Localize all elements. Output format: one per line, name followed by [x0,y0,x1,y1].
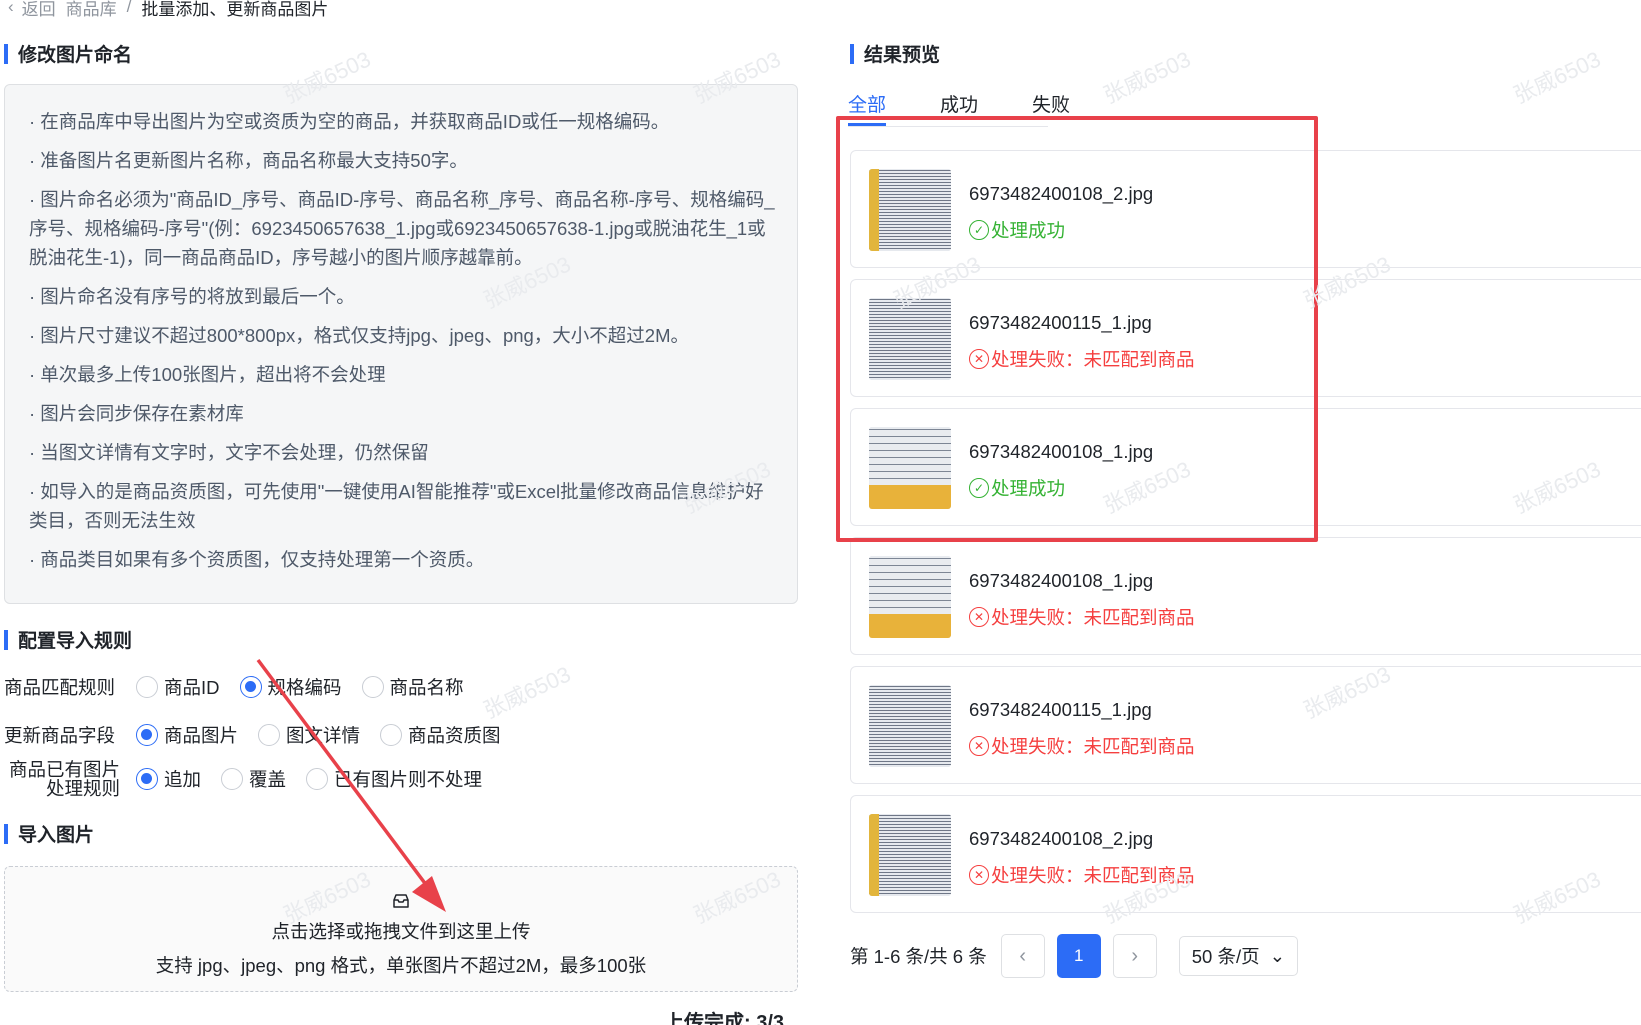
match-rule-label: 商品匹配规则 [4,677,116,698]
page-size-value: 50 条/页 [1191,946,1260,967]
radio-label: 规格编码 [267,677,342,698]
radio-label: 追加 [164,769,202,790]
radio-label: 已有图片则不处理 [334,769,483,790]
notice-item: · 单次最多上传100张图片，超出将不会处理 [29,364,386,385]
notice-item: · 如导入的是商品资质图，可先使用"一键使用AI智能推荐"或Excel批量修改商… [29,481,764,531]
radio-detail[interactable]: 图文详情 [258,722,360,748]
breadcrumb-current: 批量添加、更新商品图片 [141,0,329,19]
notice-item: · 图片命名没有序号的将放到最后一个。 [29,286,355,307]
import-section-title: 导入图片 [4,820,94,847]
preview-section-title: 结果预览 [850,40,940,67]
page-size-select[interactable]: 50 条/页 ⌄ [1178,936,1299,976]
radio-circle [136,676,158,698]
notice-item: · 在商品库中导出图片为空或资质为空的商品，并获取商品ID或任一规格编码。 [29,111,670,132]
radio-label: 商品图片 [164,725,239,746]
radio-circle [361,676,384,698]
product-thumbnail [869,685,951,767]
radio-circle [136,724,158,746]
prev-page-button[interactable]: ‹ [1000,934,1045,978]
result-card: 6973482400108_2.jpg ✕ 处理失败：未匹配到商品 [850,795,1641,913]
result-status-text: 处理失败：未匹配到商品 [991,736,1195,757]
result-filename: 6973482400108_2.jpg [969,828,1154,849]
chevron-down-icon: ⌄ [1269,945,1286,966]
naming-notice: · 在商品库中导出图片为空或资质为空的商品，并获取商品ID或任一规格编码。 · … [4,84,798,604]
radio-circle [258,724,281,746]
notice-item: · 准备图片名更新图片名称，商品名称最大支持50字。 [29,150,468,171]
notice-item: · 图片会同步保存在素材库 [29,403,244,424]
close-circle-icon: ✕ [969,736,989,756]
breadcrumb: ‹ 返回 商品库 / 批量添加、更新商品图片 [0,0,328,20]
upload-secondary-text: 支持 jpg、jpeg、png 格式，单张图片不超过2M，最多100张 [155,955,647,976]
result-status: ✕ 处理失败：未匹配到商品 [969,862,1195,888]
breadcrumb-separator: / [126,0,132,16]
existing-rule-row: 商品已有图片 处理规则 追加 覆盖 已有图片则不处理 [4,760,490,798]
radio-overwrite[interactable]: 覆盖 [221,766,286,792]
radio-skip-existing[interactable]: 已有图片则不处理 [306,766,482,792]
result-status-text: 处理失败：未匹配到商品 [991,865,1195,886]
radio-append[interactable]: 追加 [136,766,201,792]
back-label: 返回 [21,0,56,19]
result-status: ✕ 处理失败：未匹配到商品 [969,733,1195,759]
radio-label: 覆盖 [249,769,287,790]
result-filename: 6973482400115_1.jpg [969,699,1152,720]
radio-circle [306,768,329,790]
close-circle-icon: ✕ [969,607,989,627]
match-rule-row: 商品匹配规则 商品ID 规格编码 商品名称 [4,674,472,700]
result-card: 6973482400108_1.jpg ✕ 处理失败：未匹配到商品 [850,537,1641,655]
rename-section-title: 修改图片命名 [4,40,132,67]
result-status: ✕ 处理失败：未匹配到商品 [969,604,1195,630]
close-circle-icon: ✕ [969,865,989,885]
radio-label: 商品名称 [389,677,464,698]
radio-product-id[interactable]: 商品ID [136,674,220,700]
notice-item: · 图片命名必须为"商品ID_序号、商品ID-序号、商品名称_序号、商品名称-序… [29,189,775,268]
upload-status: 上传完成: 3/3 [664,1012,785,1025]
annotation-highlight-box [836,116,1318,542]
chevron-left-icon: ‹ [8,0,14,16]
back-button[interactable]: ‹ 返回 [0,0,56,20]
inbox-icon [5,893,797,914]
notice-item: · 当图文详情有文字时，文字不会处理，仍然保留 [29,442,429,463]
existing-rule-label: 商品已有图片 处理规则 [4,760,120,798]
product-thumbnail [869,814,951,896]
watermark: 张威6503 [479,661,575,724]
radio-circle [221,768,244,790]
radio-product-name[interactable]: 商品名称 [361,674,464,700]
result-card: 6973482400115_1.jpg ✕ 处理失败：未匹配到商品 [850,666,1641,784]
next-page-button[interactable]: › [1112,934,1157,978]
notice-item: · 图片尺寸建议不超过800*800px，格式仅支持jpg、jpeg、png，大… [29,325,690,346]
radio-label: 图文详情 [286,725,361,746]
radio-product-image[interactable]: 商品图片 [136,722,238,748]
upload-primary-text: 点击选择或拖拽文件到这里上传 [271,921,531,942]
result-status-text: 处理失败：未匹配到商品 [991,607,1195,628]
page-number-button[interactable]: 1 [1056,934,1101,978]
upload-dropzone[interactable]: 点击选择或拖拽文件到这里上传 支持 jpg、jpeg、png 格式，单张图片不超… [4,866,798,992]
radio-qualification[interactable]: 商品资质图 [380,722,501,748]
radio-label: 商品资质图 [408,725,501,746]
result-filename: 6973482400108_1.jpg [969,570,1154,591]
radio-circle [380,724,403,746]
radio-circle [136,768,158,790]
existing-rule-label-line1: 商品已有图片 [8,759,120,780]
watermark: 张威6503 [1509,46,1605,109]
product-thumbnail [869,556,951,638]
breadcrumb-parent[interactable]: 商品库 [66,0,117,20]
rules-section-title: 配置导入规则 [4,626,132,653]
pagination: 第 1-6 条/共 6 条 ‹ 1 › 50 条/页 ⌄ [850,934,1299,978]
existing-rule-label-line2: 处理规则 [45,778,120,799]
field-rule-row: 更新商品字段 商品图片 图文详情 商品资质图 [4,722,509,748]
radio-label: 商品ID [164,677,220,698]
pagination-summary: 第 1-6 条/共 6 条 [850,946,987,967]
watermark: 张威6503 [1099,46,1195,109]
notice-item: · 商品类目如果有多个资质图，仅支持处理第一个资质。 [29,549,485,570]
field-rule-label: 更新商品字段 [4,725,116,746]
radio-sku-code[interactable]: 规格编码 [239,674,342,700]
radio-circle [239,676,262,698]
